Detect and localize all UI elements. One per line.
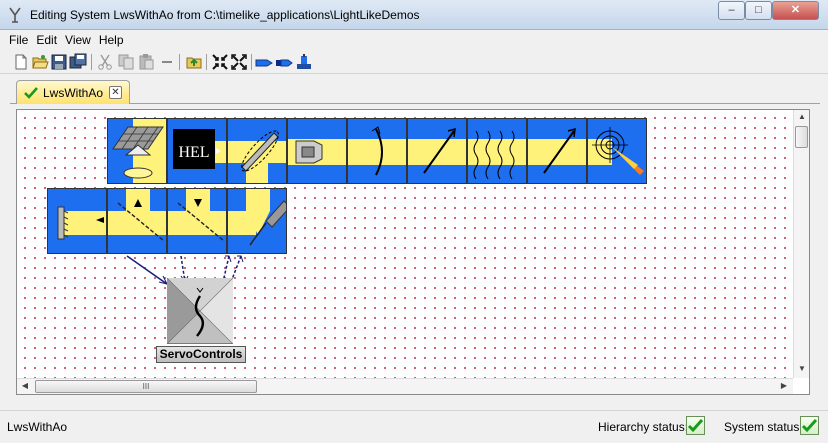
turbulence-block[interactable] — [467, 118, 527, 184]
scroll-left-icon[interactable]: ◀ — [18, 379, 32, 393]
tab-label: LwsWithAo — [43, 86, 104, 100]
double-arrow-icon[interactable] — [275, 53, 293, 71]
run-icon[interactable] — [295, 53, 313, 71]
tab-close-icon[interactable]: ✕ — [109, 86, 122, 99]
hierarchy-status-check-icon[interactable] — [686, 416, 705, 435]
status-bar: LwsWithAo Hierarchy status: System statu… — [0, 410, 828, 443]
telescope-block[interactable] — [287, 118, 347, 184]
hierarchy-status-label: Hierarchy status: — [598, 420, 689, 434]
horizontal-scroll-thumb[interactable]: III — [35, 380, 257, 393]
toolbar — [0, 50, 828, 74]
detector-grid-block[interactable] — [107, 118, 167, 184]
servo-controls-block[interactable] — [167, 278, 233, 344]
hel-label: HEL — [178, 144, 209, 161]
close-button[interactable]: ✕ — [772, 1, 819, 20]
beam-splitter-down-block[interactable] — [167, 188, 227, 254]
diagram-canvas[interactable]: HEL ServoControls — [17, 110, 793, 378]
scroll-up-icon[interactable]: ▲ — [795, 110, 809, 124]
menu-help[interactable]: Help — [95, 30, 128, 47]
window-title: Editing System LwsWithAo from C:\timelik… — [30, 8, 420, 22]
new-file-icon[interactable] — [12, 53, 30, 71]
diagram-frame: HEL ServoControls ▲ ▼ ◀ III ▶ — [16, 109, 810, 395]
tab-strip: LwsWithAo ✕ — [10, 78, 820, 104]
minimize-button[interactable]: – — [718, 1, 745, 20]
vertical-scroll-thumb[interactable] — [795, 126, 808, 148]
delete-icon[interactable] — [158, 53, 176, 71]
toolbar-separator — [91, 54, 92, 70]
hel-source-block[interactable]: HEL — [167, 118, 227, 184]
vertical-scrollbar[interactable]: ▲ ▼ — [793, 110, 809, 378]
toolbar-separator — [251, 54, 252, 70]
paste-icon[interactable] — [137, 53, 155, 71]
green-check-icon — [24, 87, 38, 99]
diagonal-mirror-block[interactable] — [407, 118, 467, 184]
diagonal-mirror-block-2[interactable] — [527, 118, 587, 184]
beam-splitter-up-block[interactable] — [107, 188, 167, 254]
menu-edit[interactable]: Edit — [32, 30, 61, 47]
scroll-down-icon[interactable]: ▼ — [795, 362, 809, 376]
app-icon — [9, 7, 21, 23]
maximize-button[interactable]: □ — [745, 1, 772, 20]
deformable-mirror-block[interactable] — [227, 188, 287, 254]
toolbar-separator — [179, 54, 180, 70]
curved-mirror-block[interactable] — [347, 118, 407, 184]
menu-file[interactable]: File — [5, 30, 32, 47]
system-status-check-icon[interactable] — [800, 416, 819, 435]
collapse-icon[interactable] — [211, 53, 229, 71]
servo-controls-label: ServoControls — [156, 346, 246, 363]
copy-icon[interactable] — [117, 53, 135, 71]
go-up-icon[interactable] — [185, 53, 203, 71]
target-block[interactable] — [587, 118, 647, 184]
expand-icon[interactable] — [230, 53, 248, 71]
save-all-icon[interactable] — [69, 53, 87, 71]
save-icon[interactable] — [50, 53, 68, 71]
toolbar-separator — [206, 54, 207, 70]
arrow-icon[interactable] — [255, 53, 273, 71]
wavefront-sensor-block[interactable] — [47, 188, 107, 254]
title-bar: Editing System LwsWithAo from C:\timelik… — [0, 0, 828, 30]
open-folder-icon[interactable] — [31, 53, 49, 71]
menu-bar: File Edit View Help — [0, 30, 828, 50]
cut-icon[interactable] — [96, 53, 114, 71]
system-status-label: System status: — [724, 420, 803, 434]
menu-view[interactable]: View — [61, 30, 95, 47]
fsm-block[interactable] — [227, 118, 287, 184]
status-system-name: LwsWithAo — [7, 420, 68, 434]
scroll-right-icon[interactable]: ▶ — [777, 379, 791, 393]
tab-lwswithao[interactable]: LwsWithAo ✕ — [16, 80, 130, 104]
horizontal-scrollbar[interactable]: ◀ III ▶ — [17, 378, 793, 394]
